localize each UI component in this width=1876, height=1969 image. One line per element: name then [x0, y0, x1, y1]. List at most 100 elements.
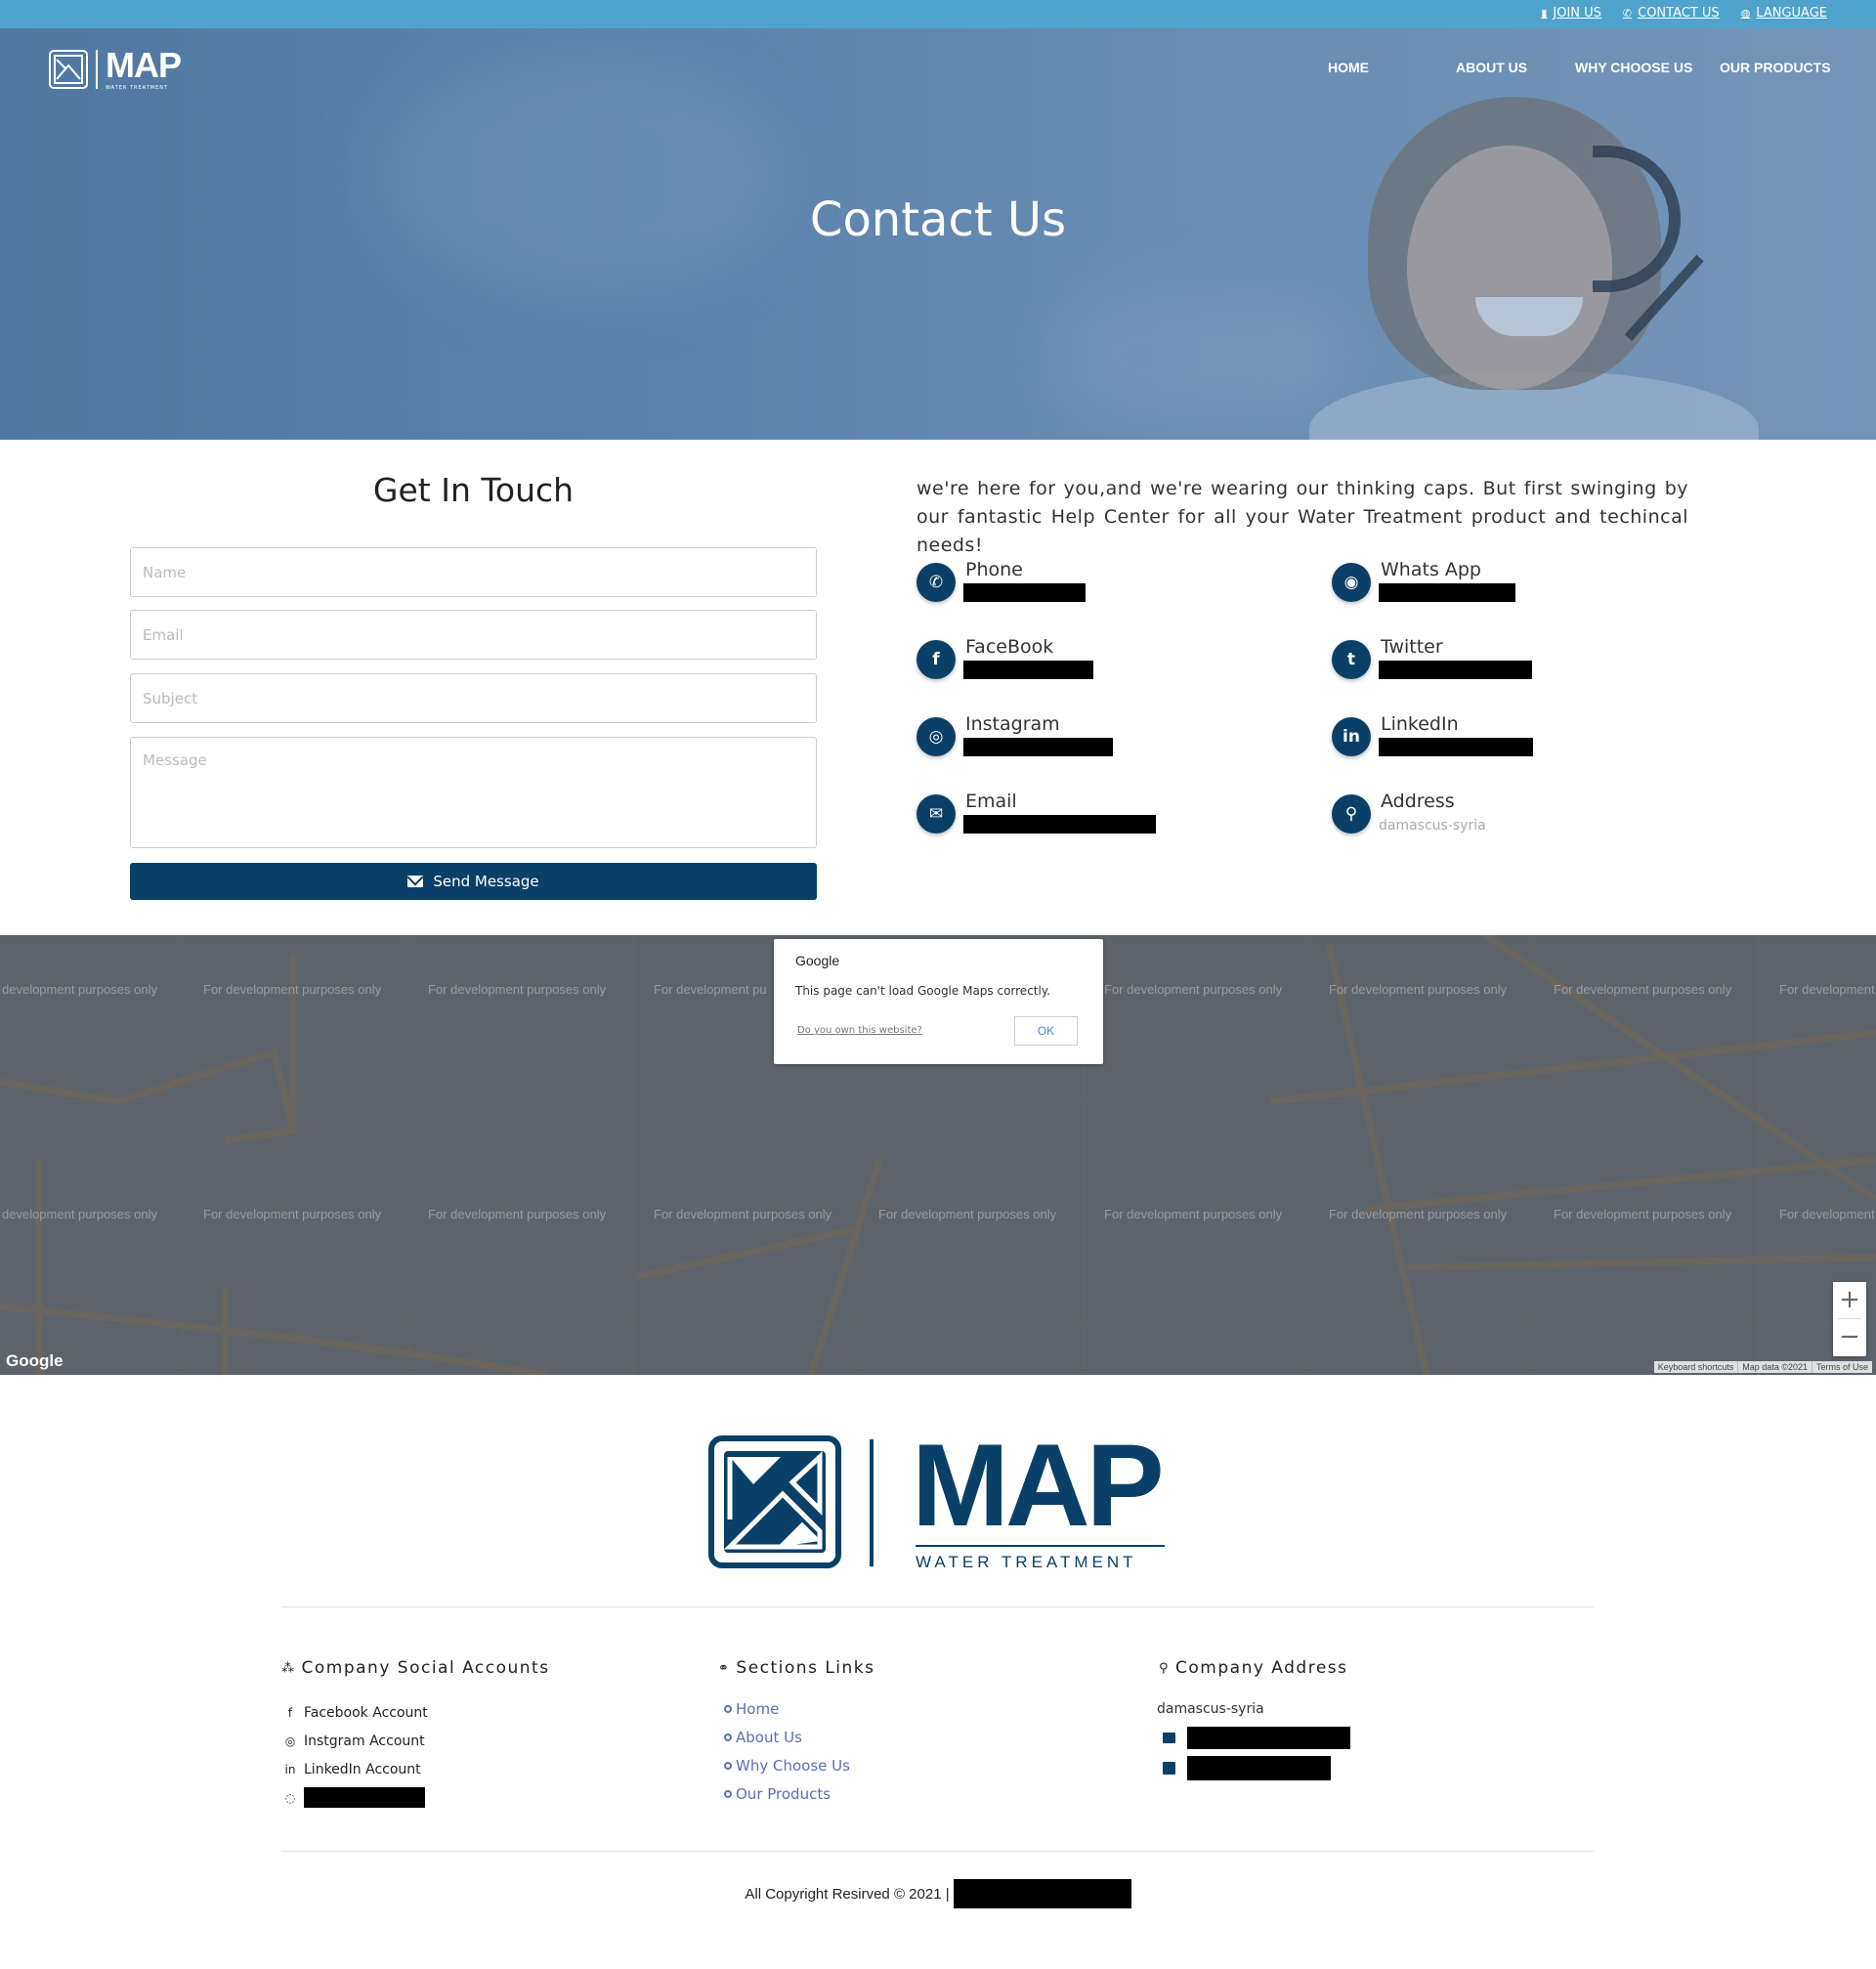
- info-whatsapp: ◉ Whats App: [1332, 559, 1644, 618]
- map-watermark: For development purposes only: [1329, 982, 1508, 997]
- facebook-icon[interactable]: f: [917, 640, 956, 679]
- linkedin-account-link[interactable]: in LinkedIn Account: [284, 1755, 428, 1783]
- globe-icon: ◍: [1740, 7, 1751, 20]
- social-accounts-heading: ⁂ Company Social Accounts: [281, 1658, 550, 1678]
- instagram-icon[interactable]: ◎: [917, 717, 956, 756]
- whatsapp-account-link[interactable]: ◌: [284, 1783, 428, 1812]
- top-links: ▮ JOIN US ✆ CONTACT US ◍ LANGUAGE: [1541, 6, 1827, 21]
- footer-email-row: [1163, 1727, 1350, 1749]
- link-icon: ⚭: [718, 1660, 731, 1676]
- redacted-value: [963, 815, 1156, 834]
- linkedin-icon: in: [284, 1762, 296, 1776]
- map-watermark: For development purposes only: [428, 982, 607, 997]
- envelope-icon[interactable]: ✉: [917, 794, 956, 834]
- email-input[interactable]: [130, 610, 817, 660]
- phone-icon[interactable]: ✆: [917, 563, 956, 602]
- main-nav: HOME ABOUT US WHY CHOOSE US OUR PRODUCTS: [0, 60, 1876, 89]
- info-twitter: t Twitter: [1332, 636, 1644, 695]
- circle-icon: [724, 1704, 732, 1713]
- footer-phone-row: [1163, 1756, 1331, 1780]
- map-watermark: For development purposes only: [1329, 1207, 1508, 1221]
- map-pin-icon[interactable]: ⚲: [1332, 794, 1371, 834]
- name-input[interactable]: [130, 547, 817, 597]
- zoom-controls: + −: [1833, 1282, 1866, 1356]
- google-logo: Google: [6, 1351, 64, 1370]
- redacted-value: [963, 738, 1113, 756]
- footer-divider: [281, 1851, 1595, 1852]
- zoom-out-button[interactable]: −: [1833, 1319, 1866, 1355]
- footer: MAP WATER TREATMENT ⁂ Company Social Acc…: [0, 1375, 1876, 1969]
- map-watermark: For development pu: [654, 982, 767, 997]
- terms-of-use-link[interactable]: Terms of Use: [1811, 1361, 1872, 1373]
- sections-links-heading: ⚭ Sections Links: [718, 1658, 875, 1678]
- map-watermark: For development purposes only: [1104, 1207, 1283, 1221]
- footer-link-our-products[interactable]: Our Products: [724, 1779, 850, 1808]
- info-email: ✉ Email: [917, 791, 1229, 849]
- twitter-icon[interactable]: t: [1332, 640, 1371, 679]
- envelope-icon: [407, 876, 424, 887]
- phone-icon: ✆: [1622, 7, 1633, 20]
- send-message-button[interactable]: Send Message: [130, 863, 817, 900]
- keyboard-shortcuts-link[interactable]: Keyboard shortcuts: [1654, 1361, 1738, 1373]
- redacted-value: [1379, 738, 1533, 756]
- redacted-value: [304, 1787, 425, 1808]
- phone-icon: [1163, 1762, 1175, 1775]
- footer-link-about-us[interactable]: About Us: [724, 1723, 850, 1751]
- footer-logo-subtitle: WATER TREATMENT: [916, 1553, 1137, 1571]
- social-list: f Facebook Account ◎ Instgram Account in Li…: [284, 1698, 428, 1812]
- map-watermark: For development purposes only: [1554, 1207, 1732, 1221]
- redacted-value: [963, 583, 1086, 602]
- map-watermark: For development purposes only: [428, 1207, 607, 1221]
- message-input[interactable]: [130, 737, 817, 848]
- facebook-account-link[interactable]: f Facebook Account: [284, 1698, 428, 1727]
- map-watermark: For development purposes only: [1554, 982, 1732, 997]
- footer-link-why-choose-us[interactable]: Why Choose Us: [724, 1751, 850, 1779]
- info-facebook: f FaceBook: [917, 636, 1229, 695]
- redacted-value: [1187, 1727, 1350, 1749]
- circle-icon: [724, 1733, 732, 1741]
- map-watermark: For development purposes only: [1104, 982, 1283, 997]
- instagram-account-link[interactable]: ◎ Instgram Account: [284, 1727, 428, 1755]
- share-icon: ⁂: [281, 1660, 296, 1676]
- whatsapp-icon[interactable]: ◉: [1332, 563, 1371, 602]
- sections-list: Home About Us Why Choose Us Our Products: [724, 1694, 850, 1808]
- map-watermark: development purposes only: [2, 982, 157, 997]
- redacted-value: [1187, 1756, 1331, 1780]
- contact-us-link[interactable]: ✆ CONTACT US: [1623, 6, 1720, 21]
- linkedin-icon[interactable]: in: [1332, 717, 1371, 756]
- instagram-icon: ◎: [284, 1734, 296, 1748]
- nav-home[interactable]: HOME: [1328, 60, 1369, 75]
- info-address: ⚲ Address damascus-syria: [1332, 791, 1644, 849]
- google-map[interactable]: development purposes only For developmen…: [0, 935, 1876, 1375]
- zoom-in-button[interactable]: +: [1833, 1282, 1866, 1318]
- logo-mark-icon: [708, 1435, 841, 1568]
- facebook-icon: f: [287, 1705, 293, 1720]
- form-title: Get In Touch: [372, 471, 575, 509]
- redacted-value: [1379, 661, 1532, 679]
- own-website-link[interactable]: Do you own this website?: [797, 1025, 922, 1036]
- map-data-label: Map data ©2021: [1737, 1361, 1812, 1373]
- ok-button[interactable]: OK: [1014, 1016, 1078, 1046]
- subject-input[interactable]: [130, 673, 817, 723]
- redacted-value: [1379, 583, 1515, 602]
- nav-our-products[interactable]: OUR PRODUCTS: [1720, 60, 1831, 75]
- nav-why-choose-us[interactable]: WHY CHOOSE US: [1575, 60, 1692, 75]
- map-watermark: For development purposes only: [878, 1207, 1057, 1221]
- join-us-link[interactable]: ▮ JOIN US: [1541, 6, 1601, 21]
- envelope-icon: [1163, 1733, 1175, 1743]
- dialog-title: Google: [795, 953, 840, 968]
- top-bar: ▮ JOIN US ✆ CONTACT US ◍ LANGUAGE: [0, 0, 1876, 28]
- info-linkedin: in LinkedIn: [1332, 713, 1644, 772]
- contact-intro: we're here for you,and we're wearing our…: [917, 478, 1688, 556]
- language-link[interactable]: ◍ LANGUAGE: [1741, 6, 1827, 21]
- footer-link-home[interactable]: Home: [724, 1694, 850, 1723]
- map-attribution: Keyboard shortcuts Map data ©2021 Terms …: [1653, 1361, 1872, 1373]
- map-watermark: For development purposes only: [654, 1207, 832, 1221]
- map-watermark: For development: [1779, 1207, 1875, 1221]
- circle-icon: [724, 1761, 732, 1770]
- copyright: All Copyright Resirved © 2021 |: [0, 1879, 1876, 1908]
- footer-address: damascus-syria: [1157, 1701, 1264, 1717]
- info-phone: ✆ Phone: [917, 559, 1229, 618]
- nav-about-us[interactable]: ABOUT US: [1456, 60, 1527, 75]
- footer-logo: MAP WATER TREATMENT: [708, 1422, 1177, 1571]
